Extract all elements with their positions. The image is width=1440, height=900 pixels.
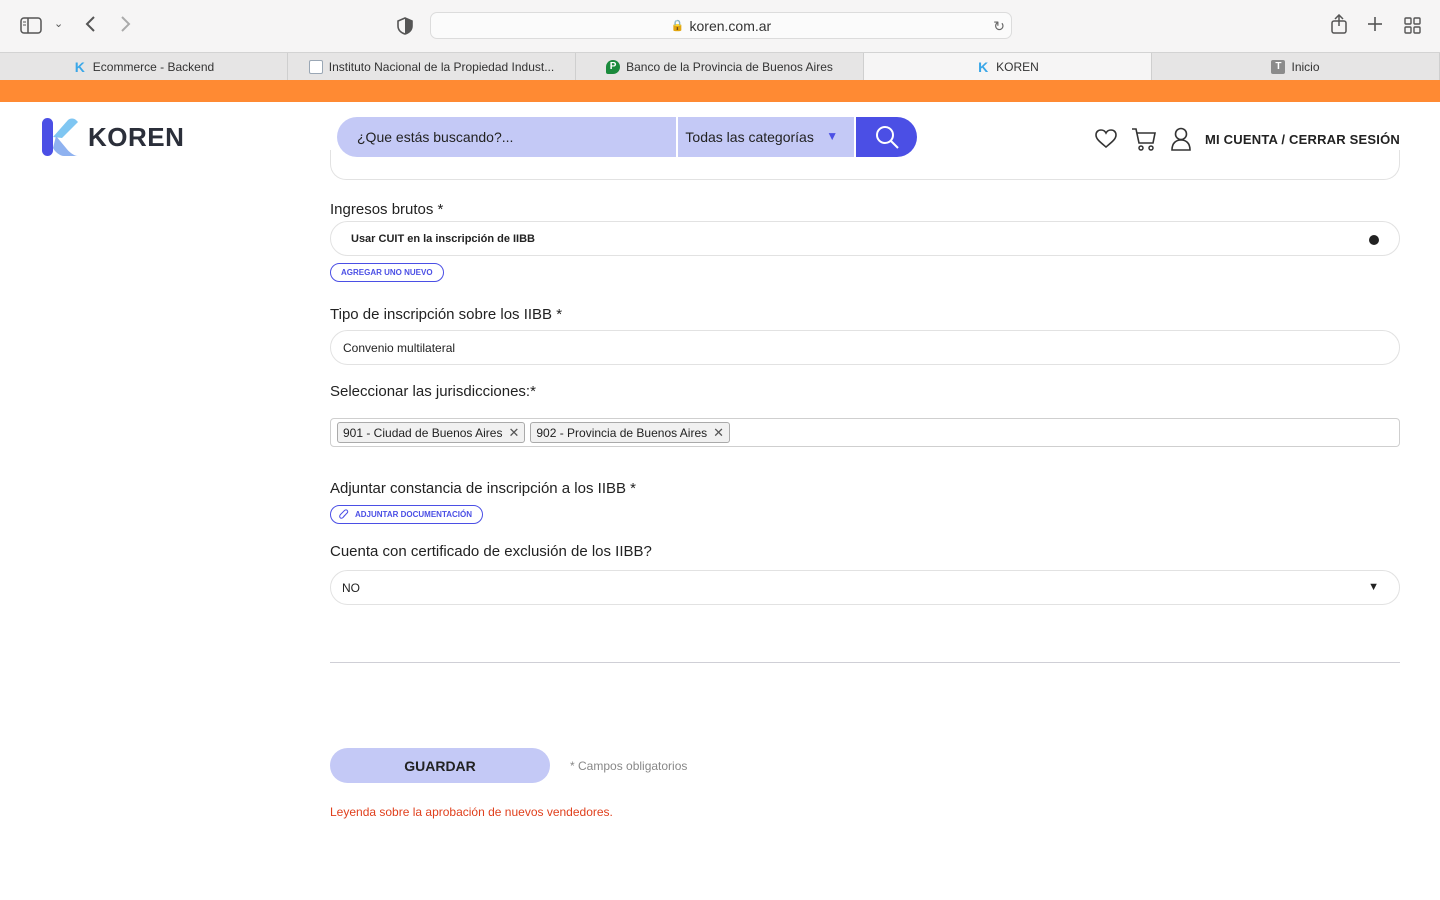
required-note: * Campos obligatorios bbox=[570, 759, 688, 773]
logo-mark-icon bbox=[42, 118, 80, 156]
attach-label: ADJUNTAR DOCUMENTACIÓN bbox=[355, 510, 473, 519]
back-icon[interactable] bbox=[84, 15, 96, 37]
document-favicon-icon bbox=[308, 59, 323, 74]
site-logo[interactable]: KOREN bbox=[42, 118, 184, 156]
koren-favicon-icon: K bbox=[978, 58, 989, 75]
user-icon[interactable] bbox=[1171, 127, 1191, 151]
browser-toolbar: ⌄ 🔒 koren.com.ar ↻ bbox=[0, 0, 1440, 52]
logo-text: KOREN bbox=[88, 121, 185, 152]
tab-inicio[interactable]: T Inicio bbox=[1152, 53, 1440, 80]
jurisdicciones-multiselect[interactable]: 901 - Ciudad de Buenos Aires ✕ 902 - Pro… bbox=[330, 418, 1400, 447]
tab-label: Inicio bbox=[1291, 59, 1320, 74]
exclusion-label: Cuenta con certificado de exclusión de l… bbox=[330, 543, 652, 560]
iibb-radio-field[interactable]: Usar CUIT en la inscripción de IIBB bbox=[330, 221, 1400, 256]
adjuntar-label: Adjuntar constancia de inscripción a los… bbox=[330, 480, 636, 497]
paperclip-icon bbox=[339, 509, 349, 519]
jurisdiction-tag: 901 - Ciudad de Buenos Aires ✕ bbox=[337, 422, 526, 443]
iibb-value: Usar CUIT en la inscripción de IIBB bbox=[351, 232, 535, 245]
approval-legend: Leyenda sobre la aprobación de nuevos ve… bbox=[330, 805, 613, 819]
jurisdiction-tag: 902 - Provincia de Buenos Aires ✕ bbox=[530, 422, 731, 443]
tipo-label: Tipo de inscripción sobre los IIBB * bbox=[330, 306, 563, 323]
tipo-value: Convenio multilateral bbox=[343, 340, 456, 355]
koren-favicon-icon: K bbox=[74, 58, 85, 75]
heart-icon[interactable] bbox=[1095, 129, 1117, 149]
tab-label: Banco de la Provincia de Buenos Aires bbox=[626, 59, 833, 74]
tab-inpi[interactable]: Instituto Nacional de la Propiedad Indus… bbox=[288, 53, 576, 80]
forward-icon[interactable] bbox=[120, 15, 132, 37]
previous-field[interactable] bbox=[330, 150, 1400, 180]
tab-label: Instituto Nacional de la Propiedad Indus… bbox=[328, 59, 555, 74]
new-tab-icon[interactable] bbox=[1367, 16, 1383, 36]
exclusion-value: NO bbox=[342, 580, 360, 595]
tab-overview-icon[interactable] bbox=[1404, 17, 1421, 38]
share-icon[interactable] bbox=[1331, 13, 1347, 38]
add-new-label: AGREGAR UNO NUEVO bbox=[341, 268, 433, 277]
chevron-down-icon[interactable]: ⌄ bbox=[54, 19, 63, 30]
exclusion-select[interactable]: NO ▼ bbox=[330, 570, 1400, 605]
caret-down-icon: ▼ bbox=[1368, 581, 1379, 593]
iibb-label: Ingresos brutos * bbox=[330, 201, 444, 218]
cart-icon[interactable] bbox=[1131, 126, 1157, 152]
t-favicon-icon: T bbox=[1271, 59, 1286, 74]
tab-bar: K Ecommerce - Backend Instituto Nacional… bbox=[0, 52, 1440, 80]
attach-documentation-button[interactable]: ADJUNTAR DOCUMENTACIÓN bbox=[330, 505, 484, 524]
remove-tag-icon[interactable]: ✕ bbox=[713, 425, 724, 441]
add-new-button[interactable]: AGREGAR UNO NUEVO bbox=[330, 263, 444, 282]
tab-koren[interactable]: K KOREN bbox=[864, 53, 1152, 80]
caret-down-icon: ▼ bbox=[826, 129, 839, 143]
tab-label: KOREN bbox=[996, 59, 1039, 74]
form-divider bbox=[330, 662, 1400, 663]
lock-icon: 🔒 bbox=[670, 20, 685, 32]
save-button[interactable]: GUARDAR bbox=[330, 748, 550, 783]
tab-banco-provincia[interactable]: P Banco de la Provincia de Buenos Aires bbox=[576, 53, 864, 80]
jurisdicciones-label: Seleccionar las jurisdicciones:* bbox=[330, 383, 536, 400]
tipo-field[interactable]: Convenio multilateral bbox=[330, 330, 1400, 365]
url-text: koren.com.ar bbox=[689, 17, 772, 34]
tag-label: 901 - Ciudad de Buenos Aires bbox=[343, 425, 503, 440]
promo-bar bbox=[0, 80, 1440, 102]
tab-label: Ecommerce - Backend bbox=[92, 59, 215, 74]
reload-icon[interactable]: ↻ bbox=[993, 18, 1005, 35]
address-bar[interactable]: 🔒 koren.com.ar ↻ bbox=[430, 12, 1012, 39]
bank-favicon-icon: P bbox=[606, 59, 621, 74]
shield-icon[interactable] bbox=[397, 17, 413, 39]
category-value: Todas las categorías bbox=[685, 129, 814, 145]
sidebar-toggle-icon[interactable] bbox=[20, 17, 42, 38]
search-icon bbox=[875, 126, 899, 149]
header-actions: MI CUENTA / CERRAR SESIÓN bbox=[1095, 126, 1400, 152]
remove-tag-icon[interactable]: ✕ bbox=[508, 425, 519, 441]
radio-selected-icon[interactable] bbox=[1369, 235, 1379, 245]
tab-ecommerce-backend[interactable]: K Ecommerce - Backend bbox=[0, 53, 288, 80]
account-link[interactable]: MI CUENTA / CERRAR SESIÓN bbox=[1205, 132, 1400, 147]
tag-label: 902 - Provincia de Buenos Aires bbox=[536, 425, 708, 440]
